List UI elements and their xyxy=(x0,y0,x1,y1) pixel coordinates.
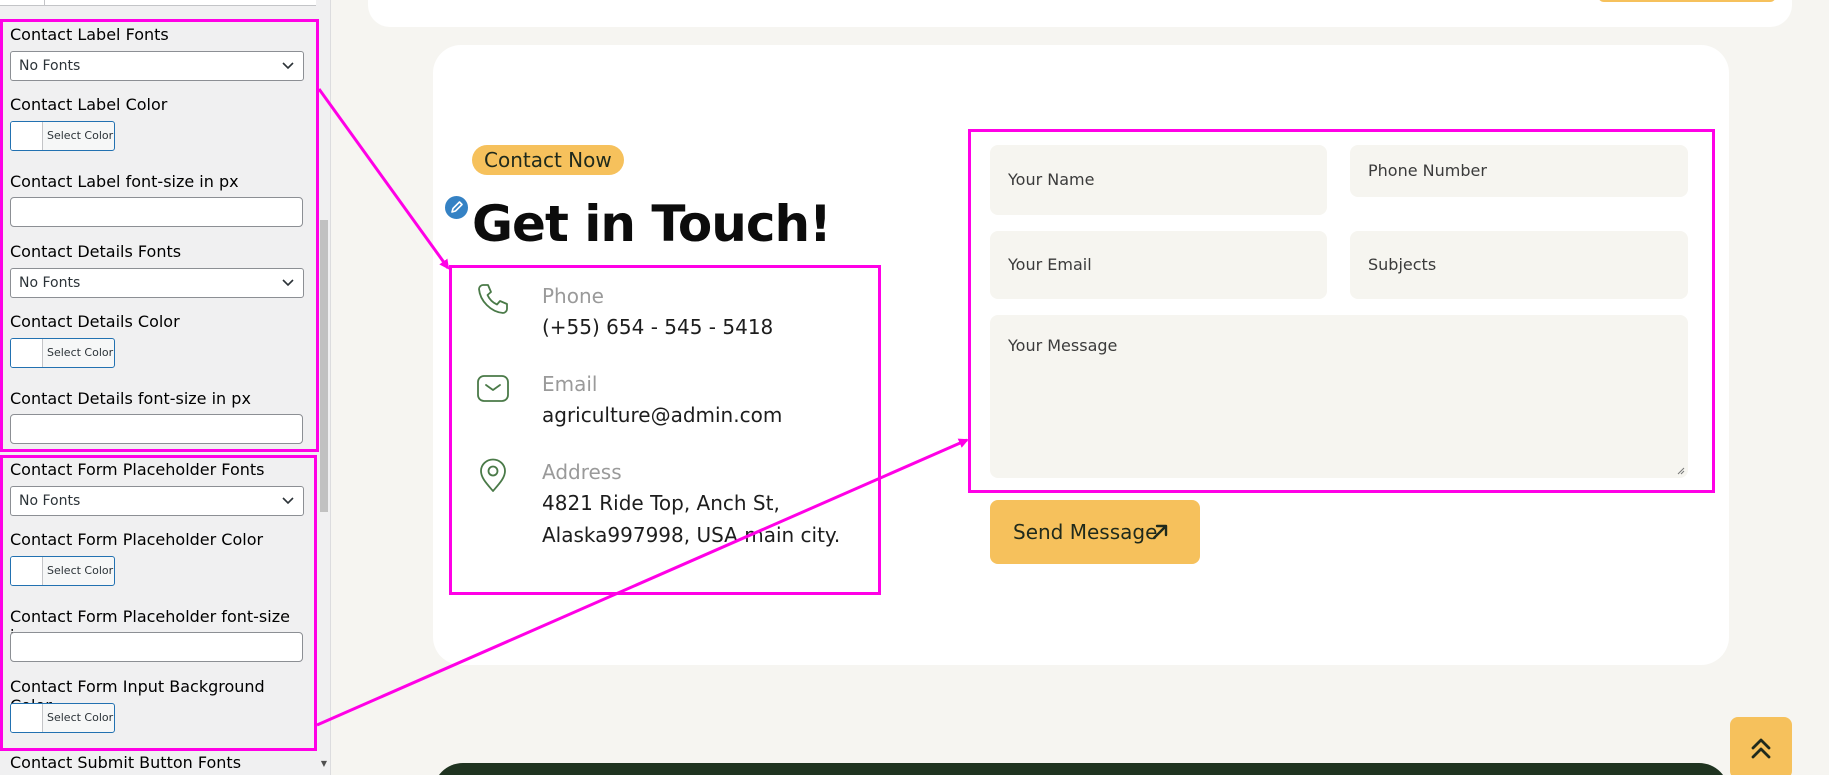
back-to-top-button[interactable] xyxy=(1730,717,1792,775)
send-message-label: Send Message xyxy=(1013,520,1158,544)
edit-shortcut-button[interactable] xyxy=(443,194,470,221)
panel-scrollbar-thumb[interactable] xyxy=(320,220,328,512)
control-label: Contact Submit Button Fonts xyxy=(10,753,242,772)
annotation-arrow-to-contact-info xyxy=(317,88,450,270)
send-message-button[interactable]: Send Message xyxy=(990,500,1200,564)
arrow-up-right-icon xyxy=(1152,524,1168,540)
scroll-down-arrow-icon[interactable]: ▼ xyxy=(318,758,330,770)
footer-section-top xyxy=(433,763,1729,775)
panel-top-strip xyxy=(0,0,316,6)
page-title: Get in Touch! xyxy=(472,195,832,253)
annotation-box-form-controls xyxy=(0,455,317,751)
previous-section-button[interactable] xyxy=(1598,0,1776,2)
annotation-box-contact-form xyxy=(968,129,1715,493)
annotation-box-contact-info xyxy=(449,265,881,595)
double-chevron-up-icon xyxy=(1751,738,1771,759)
annotation-box-label-details-controls xyxy=(0,19,319,452)
previous-section-card xyxy=(368,0,1792,27)
contact-now-badge: Contact Now xyxy=(472,145,624,175)
pencil-icon xyxy=(451,201,463,213)
